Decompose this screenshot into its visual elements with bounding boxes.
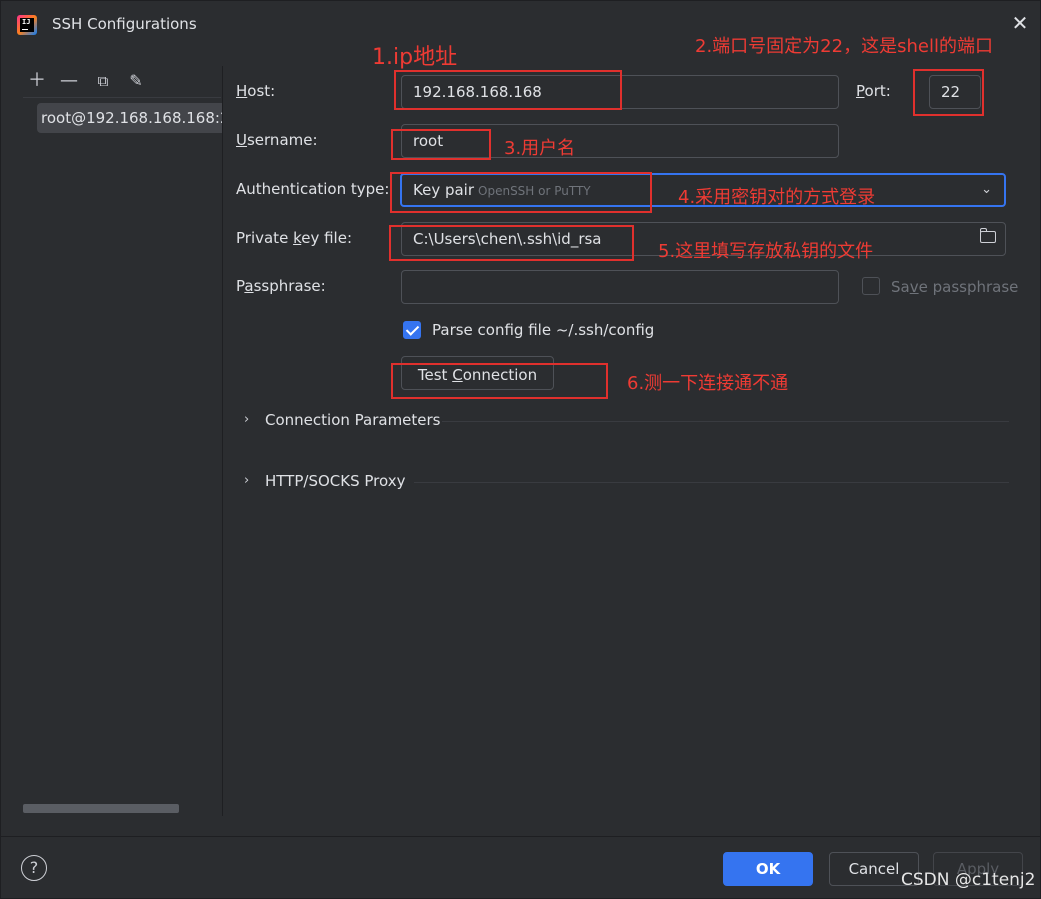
annotation-username: 3.用户名 [504, 138, 576, 159]
dialog-title: SSH Configurations [52, 15, 197, 33]
minus-icon[interactable]: — [59, 71, 79, 91]
intellij-app-icon: IJ [17, 15, 37, 35]
folder-icon[interactable] [979, 228, 996, 243]
annotation-box-port [913, 69, 984, 116]
annotation-box-username [391, 129, 491, 160]
annotation-box-host [394, 70, 622, 110]
plus-icon[interactable]: ＋ [27, 71, 47, 91]
save-passphrase-label: Save passphrase [891, 278, 1019, 296]
panel-divider [222, 66, 223, 816]
copy-icon[interactable]: ⧉ [93, 71, 113, 91]
annotation-auth: 4.采用密钥对的方式登录 [678, 187, 876, 208]
private-key-label: Private key file: [236, 229, 353, 247]
connection-parameters-section[interactable]: Connection Parameters [265, 411, 441, 429]
annotation-ip: 1.ip地址 [372, 45, 458, 70]
port-label: Port: [856, 82, 891, 100]
footer-divider [1, 836, 1041, 837]
horizontal-scrollbar[interactable] [23, 804, 179, 813]
pencil-icon[interactable]: ✎ [126, 71, 146, 91]
save-passphrase-checkbox[interactable] [862, 277, 880, 295]
parse-config-checkbox[interactable] [403, 321, 421, 339]
ssh-configurations-dialog: IJ SSH Configurations ✕ ＋ — ⧉ ✎ root@192… [0, 0, 1041, 899]
username-label: Username: [236, 131, 318, 149]
annotation-box-key [389, 225, 634, 261]
toolbar-divider [23, 97, 221, 98]
annotation-box-test [391, 363, 608, 399]
chevron-right-icon[interactable]: › [244, 412, 249, 427]
annotation-box-auth [390, 172, 652, 213]
auth-type-label: Authentication type: [236, 180, 390, 198]
annotation-key: 5.这里填写存放私钥的文件 [658, 241, 874, 262]
passphrase-label: Passphrase: [236, 277, 326, 295]
chevron-down-icon: ⌄ [981, 182, 992, 197]
http-socks-proxy-section[interactable]: HTTP/SOCKS Proxy [265, 472, 405, 490]
chevron-right-icon[interactable]: › [244, 473, 249, 488]
annotation-port: 2.端口号固定为22，这是shell的端口 [695, 36, 993, 57]
section-divider [414, 482, 1009, 483]
annotation-test: 6.测一下连接通不通 [627, 373, 789, 394]
parse-config-label: Parse config file ~/.ssh/config [432, 321, 655, 339]
host-label: Host: [236, 82, 276, 100]
help-icon[interactable]: ? [21, 855, 47, 881]
ok-button[interactable]: OK [723, 852, 813, 886]
passphrase-input[interactable] [401, 270, 839, 304]
watermark-text: CSDN @c1tenj2 [901, 870, 1036, 890]
section-divider [442, 421, 1009, 422]
close-icon[interactable]: ✕ [1010, 13, 1030, 33]
config-list-item[interactable]: root@192.168.168.168:2 [37, 103, 222, 133]
